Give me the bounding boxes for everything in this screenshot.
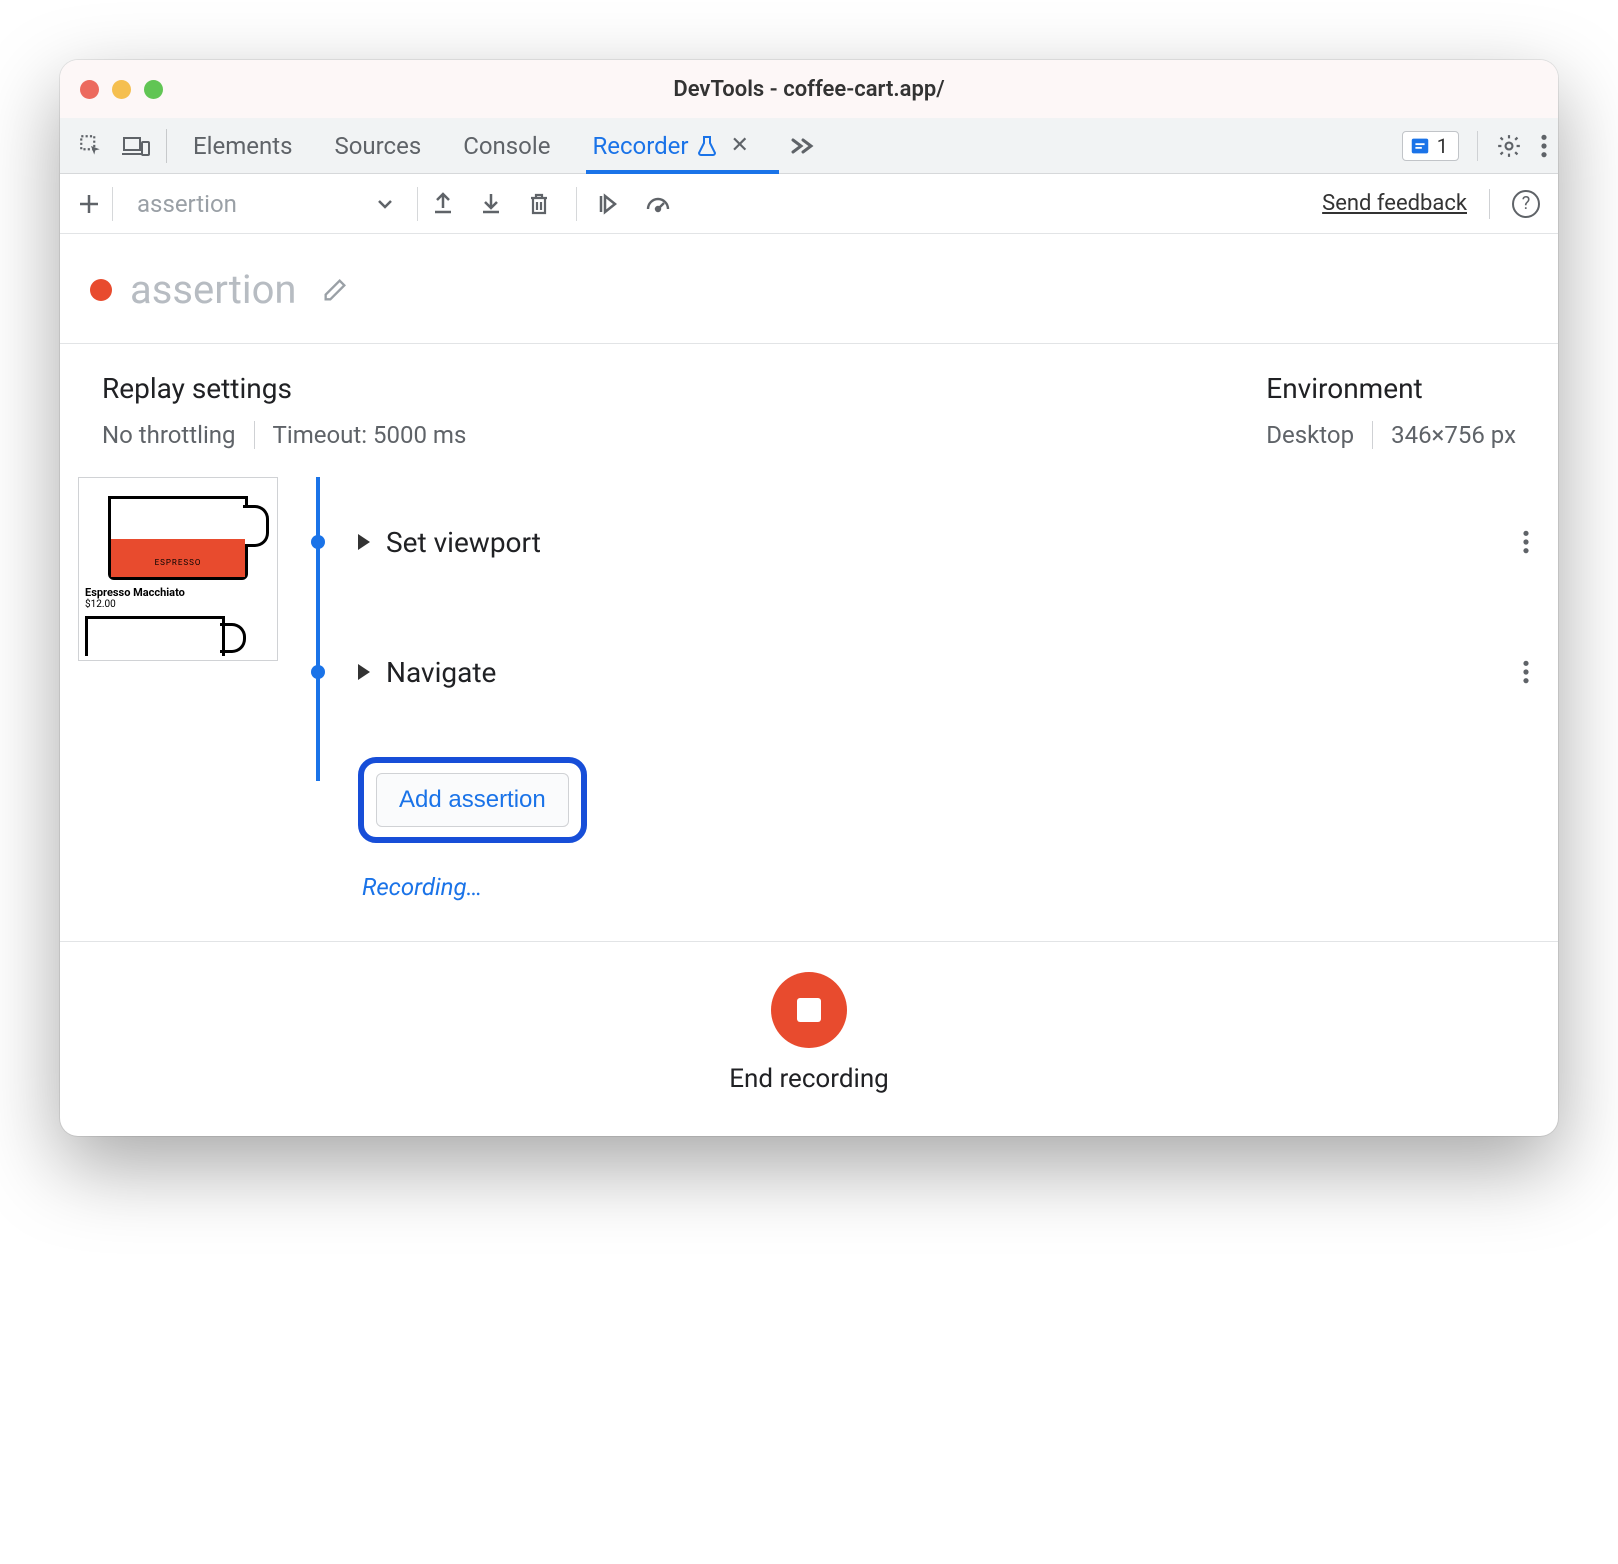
tab-label: Recorder: [592, 132, 688, 160]
settings-row: Replay settings No throttling Timeout: 5…: [60, 344, 1558, 469]
recording-header: assertion: [60, 234, 1558, 344]
cup-label: ESPRESSO: [111, 558, 245, 567]
step-label: Set viewport: [386, 526, 541, 559]
delete-icon[interactable]: [528, 192, 550, 216]
replay-icon[interactable]: [595, 192, 619, 216]
inspect-element-icon[interactable]: [78, 133, 104, 159]
tab-label: Sources: [334, 132, 421, 160]
env-viewport: 346×756 px: [1391, 421, 1516, 449]
step-menu-icon[interactable]: [1522, 659, 1530, 685]
end-recording-button[interactable]: [771, 972, 847, 1048]
thumbnail-caption: Espresso Macchiato: [85, 586, 271, 599]
chevron-down-icon: [377, 198, 393, 210]
window-titlebar: DevTools - coffee-cart.app/: [60, 60, 1558, 118]
send-feedback-link[interactable]: Send feedback: [1322, 191, 1467, 216]
issues-badge[interactable]: 1: [1402, 131, 1459, 161]
close-window-button[interactable]: [80, 80, 99, 99]
recording-select[interactable]: assertion: [127, 190, 403, 218]
expand-triangle-icon: [358, 534, 370, 550]
window-title: DevTools - coffee-cart.app/: [60, 77, 1558, 102]
timeline: [278, 477, 358, 901]
divider: [1489, 189, 1490, 219]
settings-gear-icon[interactable]: [1496, 133, 1522, 159]
device-toolbar-icon[interactable]: [122, 133, 150, 159]
tab-recorder[interactable]: Recorder ✕: [590, 118, 751, 173]
experiment-flask-icon: [697, 135, 717, 157]
edit-title-icon[interactable]: [321, 276, 349, 304]
environment-heading: Environment: [1266, 372, 1516, 405]
traffic-lights: [80, 80, 163, 99]
add-assertion-button[interactable]: Add assertion: [376, 773, 569, 827]
throttling-value[interactable]: No throttling: [102, 421, 236, 449]
devtools-tabstrip: Elements Sources Console Recorder ✕: [60, 118, 1558, 174]
new-recording-icon[interactable]: [78, 187, 113, 221]
help-icon[interactable]: ?: [1512, 190, 1540, 218]
step-navigate[interactable]: Navigate: [358, 607, 1530, 737]
tab-console[interactable]: Console: [461, 118, 552, 173]
recording-select-value: assertion: [137, 190, 237, 218]
export-icon[interactable]: [432, 192, 454, 216]
expand-triangle-icon: [358, 664, 370, 680]
issues-icon: [1409, 135, 1431, 157]
tab-label: Console: [463, 132, 550, 160]
step-menu-icon[interactable]: [1522, 529, 1530, 555]
divider: [1372, 421, 1373, 449]
replay-settings-heading: Replay settings: [102, 372, 1206, 405]
issues-count: 1: [1437, 134, 1448, 158]
divider: [1477, 131, 1478, 161]
env-device: Desktop: [1266, 421, 1354, 449]
end-recording-label: End recording: [729, 1064, 889, 1094]
tab-sources[interactable]: Sources: [332, 118, 423, 173]
timeout-value[interactable]: Timeout: 5000 ms: [273, 421, 467, 449]
kebab-menu-icon[interactable]: [1540, 133, 1548, 159]
page-thumbnail: ESPRESSO Espresso Macchiato $12.00: [78, 477, 278, 661]
cup-illustration: ESPRESSO: [108, 496, 248, 580]
steps-panel: ESPRESSO Espresso Macchiato $12.00 Set v…: [60, 469, 1558, 901]
import-icon[interactable]: [480, 192, 502, 216]
timeline-dot: [311, 535, 325, 549]
performance-icon[interactable]: [645, 193, 671, 215]
recording-status: Recording…: [358, 873, 1530, 901]
timeline-dot: [311, 665, 325, 679]
minimize-window-button[interactable]: [112, 80, 131, 99]
thumbnail-price: $12.00: [85, 599, 271, 610]
tab-label: Elements: [193, 132, 292, 160]
tab-elements[interactable]: Elements: [191, 118, 294, 173]
step-label: Navigate: [386, 656, 496, 689]
cup-illustration-partial: [85, 616, 225, 656]
recording-title: assertion: [130, 266, 297, 313]
zoom-window-button[interactable]: [144, 80, 163, 99]
step-set-viewport[interactable]: Set viewport: [358, 477, 1530, 607]
recording-indicator-icon: [90, 279, 112, 301]
divider: [254, 421, 255, 449]
recording-footer: End recording: [60, 941, 1558, 1136]
thumbnail-column: ESPRESSO Espresso Macchiato $12.00: [78, 477, 278, 901]
close-tab-icon[interactable]: ✕: [731, 133, 749, 158]
devtools-window: DevTools - coffee-cart.app/ Elements Sou…: [60, 60, 1558, 1136]
stop-icon: [797, 998, 821, 1022]
add-assertion-highlight: Add assertion: [358, 757, 587, 843]
recorder-toolbar: assertion: [60, 174, 1558, 234]
more-tabs-icon[interactable]: [789, 136, 815, 156]
